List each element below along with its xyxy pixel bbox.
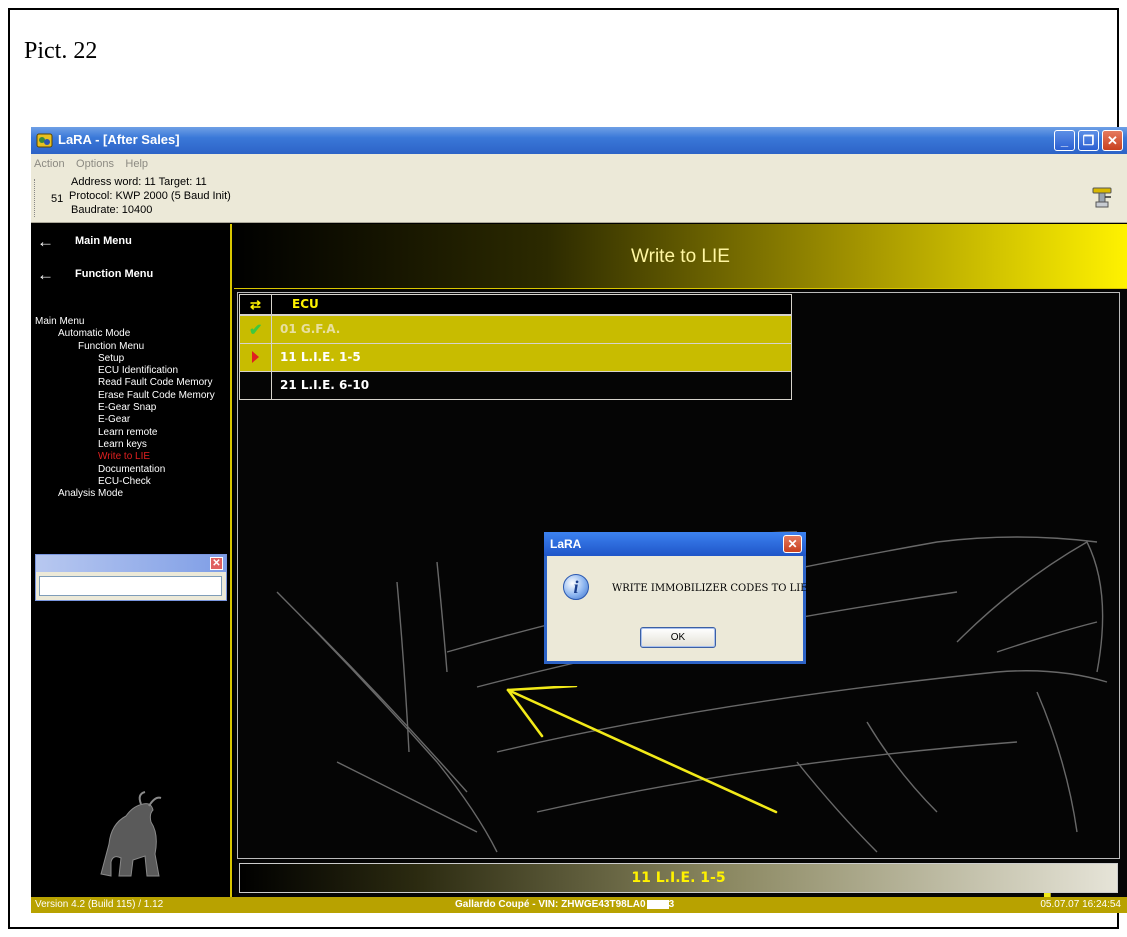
dialog-title: LaRA (550, 537, 582, 551)
ecu-number: 51 (51, 193, 64, 205)
information-icon: i (563, 574, 589, 600)
floating-panel-close-icon[interactable]: ✕ (210, 557, 223, 570)
function-menu-label: Function Menu (75, 268, 154, 280)
tree-item-analysis-mode[interactable]: Analysis Mode (31, 488, 231, 500)
selected-ecu-label: 11 L.I.E. 1-5 (631, 870, 726, 886)
baudrate-text: Baudrate: 10400 (71, 204, 153, 216)
main-menu-label: Main Menu (75, 235, 132, 247)
picture-caption: Pict. 22 (24, 38, 98, 64)
menu-tree: Main Menu Automatic Mode Function Menu S… (31, 316, 231, 500)
function-menu-button[interactable]: ← Function Menu (37, 265, 227, 285)
tree-item-erase-fault-code-memory[interactable]: Erase Fault Code Memory (31, 390, 231, 402)
menu-action[interactable]: Action (31, 155, 69, 170)
window-titlebar[interactable]: LaRA - [After Sales] _ ❐ ✕ (31, 127, 1127, 154)
vehicle-info: Gallardo Coupé - VIN: ZHWGE43T98LA0 3 (455, 899, 674, 910)
dialog-titlebar[interactable]: LaRA ✕ (544, 532, 806, 556)
main-content: Write to LIE ⇄ ECU ✔ 01 G.F.A. 11 L.I.E.… (234, 224, 1127, 913)
tree-item-learn-keys[interactable]: Learn keys (31, 439, 231, 451)
floating-panel-input[interactable] (39, 576, 222, 596)
ecu-status-cell (240, 344, 272, 371)
selected-ecu-bar: 11 L.I.E. 1-5 (239, 863, 1118, 893)
ecu-table: ⇄ ECU ✔ 01 G.F.A. 11 L.I.E. 1-5 21 L.I.E… (239, 294, 792, 400)
ecu-row-lie-6-10[interactable]: 21 L.I.E. 6-10 (240, 371, 791, 399)
tree-item-setup[interactable]: Setup (31, 353, 231, 365)
header-icon-cell (240, 295, 272, 314)
address-word-text: Address word: 11 Target: 11 (71, 176, 207, 188)
restore-button[interactable]: ❐ (1078, 130, 1099, 151)
ok-button[interactable]: OK (640, 627, 716, 648)
tree-item-learn-remote[interactable]: Learn remote (31, 427, 231, 439)
floating-input-panel: ✕ (35, 554, 227, 601)
floating-panel-titlebar[interactable]: ✕ (36, 555, 226, 572)
tree-item-automatic-mode[interactable]: Automatic Mode (31, 328, 231, 340)
vin-redaction-mask (646, 899, 669, 909)
lara-app-icon (36, 133, 53, 148)
vehicle-vin-suffix: 3 (668, 899, 675, 910)
check-icon: ✔ (249, 322, 263, 339)
close-button[interactable]: ✕ (1102, 130, 1123, 151)
minimize-button[interactable]: _ (1054, 130, 1075, 151)
tree-item-ecu-identification[interactable]: ECU Identification (31, 365, 231, 377)
menu-options[interactable]: Options (73, 155, 118, 170)
ecu-row-lie-1-5[interactable]: 11 L.I.E. 1-5 (240, 343, 791, 371)
ecu-label: 01 G.F.A. (280, 322, 341, 336)
page-header: Write to LIE (234, 224, 1127, 289)
lamborghini-bull-logo (100, 791, 162, 877)
annotation-arrow (506, 686, 778, 814)
navigation-panel: ← Main Menu ← Function Menu Main Menu Au… (31, 224, 232, 897)
ecu-status-cell (240, 372, 272, 399)
menu-help[interactable]: Help (122, 155, 152, 170)
window-title: LaRA - [After Sales] (58, 132, 180, 147)
datetime-text: 05.07.07 16:24:54 (1040, 899, 1121, 910)
ecu-label: 21 L.I.E. 6-10 (280, 378, 370, 392)
ecu-table-header: ⇄ ECU (240, 295, 791, 315)
back-arrow-icon: ← (37, 265, 54, 284)
protocol-text: Protocol: KWP 2000 (5 Baud Init) (69, 190, 231, 202)
toolbar-grip[interactable] (34, 179, 36, 217)
connection-info-bar: 51 Address word: 11 Target: 11 Protocol:… (31, 173, 1127, 223)
ecu-label: 11 L.I.E. 1-5 (280, 350, 361, 364)
connection-status-icon[interactable] (1091, 185, 1113, 209)
vehicle-vin-text: Gallardo Coupé - VIN: ZHWGE43T98LA0 (455, 899, 646, 910)
lara-window: LaRA - [After Sales] _ ❐ ✕ Action Option… (31, 127, 1127, 913)
dialog-close-button[interactable]: ✕ (783, 535, 802, 553)
tree-item-e-gear[interactable]: E-Gear (31, 414, 231, 426)
tree-item-documentation[interactable]: Documentation (31, 464, 231, 476)
status-bar: Version 4.2 (Build 115) / 1.12 Gallardo … (31, 897, 1127, 913)
tree-item-read-fault-code-memory[interactable]: Read Fault Code Memory (31, 377, 231, 389)
back-arrow-icon: ← (37, 232, 54, 251)
tree-item-main-menu[interactable]: Main Menu (31, 316, 231, 328)
menu-bar: Action Options Help (31, 154, 1127, 173)
ecu-status-cell: ✔ (240, 316, 272, 343)
tree-item-function-menu[interactable]: Function Menu (31, 341, 231, 353)
version-text: Version 4.2 (Build 115) / 1.12 (35, 899, 164, 910)
play-arrow-icon (252, 351, 259, 363)
ecu-column-header: ECU (292, 297, 319, 311)
page-title: Write to LIE (631, 246, 730, 267)
tree-item-e-gear-snap[interactable]: E-Gear Snap (31, 402, 231, 414)
tree-item-ecu-check[interactable]: ECU-Check (31, 476, 231, 488)
lara-message-dialog: LaRA ✕ i WRITE IMMOBILIZER CODES TO LIE … (544, 532, 808, 664)
tree-item-write-to-lie[interactable]: Write to LIE (31, 451, 231, 463)
main-menu-button[interactable]: ← Main Menu (37, 232, 227, 252)
ecu-row-gfa[interactable]: ✔ 01 G.F.A. (240, 315, 791, 343)
dialog-message: WRITE IMMOBILIZER CODES TO LIE (612, 583, 808, 594)
